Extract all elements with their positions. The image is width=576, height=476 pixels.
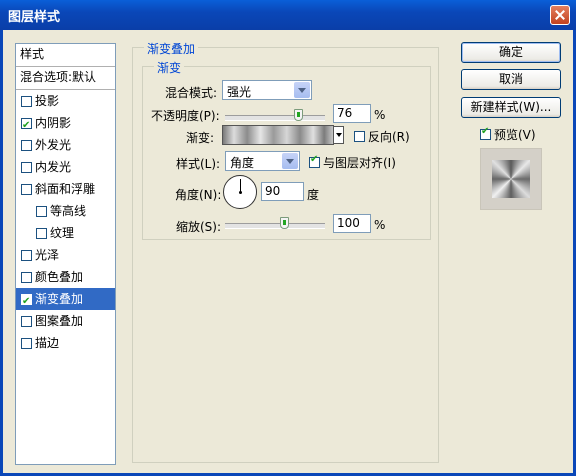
opacity-label: 不透明度(P): — [151, 109, 220, 123]
blend-mode-select[interactable]: 强光 — [222, 80, 312, 100]
style-value: 角度 — [230, 156, 255, 170]
gradient-dropdown-icon[interactable] — [333, 126, 344, 144]
style-item-label: 图案叠加 — [35, 314, 84, 328]
window-title: 图层样式 — [8, 10, 61, 25]
style-item[interactable]: 渐变叠加 — [16, 288, 115, 313]
reverse-checkbox[interactable]: 反向(R) — [354, 128, 410, 145]
style-item[interactable]: 投影 — [16, 90, 115, 112]
cancel-button[interactable]: 取消 — [461, 69, 561, 90]
opacity-unit: % — [374, 108, 386, 122]
style-item[interactable]: 等高线 — [16, 200, 115, 222]
angle-dial[interactable] — [223, 175, 257, 209]
style-item-checkbox[interactable] — [21, 161, 32, 173]
style-item-checkbox[interactable] — [21, 139, 32, 151]
style-item-checkbox[interactable] — [21, 249, 32, 261]
style-item[interactable]: 图案叠加 — [16, 310, 115, 332]
scale-slider-thumb[interactable] — [280, 217, 289, 229]
style-item-checkbox[interactable] — [36, 227, 47, 239]
style-item-label: 投影 — [35, 94, 60, 108]
style-preview — [480, 148, 542, 210]
style-item[interactable]: 颜色叠加 — [16, 266, 115, 288]
reverse-label: 反向(R) — [368, 130, 410, 144]
gradient-label: 渐变: — [186, 131, 215, 145]
blend-mode-label: 混合模式: — [165, 86, 218, 100]
style-item-label: 颜色叠加 — [35, 270, 84, 284]
style-item[interactable]: 斜面和浮雕 — [16, 178, 115, 200]
style-item[interactable]: 外发光 — [16, 134, 115, 156]
style-item-checkbox[interactable] — [21, 115, 32, 137]
style-label: 样式(L): — [176, 157, 221, 171]
style-item[interactable]: 内阴影 — [16, 112, 115, 137]
preview-checkbox[interactable]: 预览(V) — [480, 126, 536, 143]
chevron-down-icon — [282, 153, 298, 169]
style-item-label: 渐变叠加 — [35, 292, 84, 306]
preview-swatch — [492, 160, 530, 198]
style-select[interactable]: 角度 — [225, 151, 300, 171]
reverse-checkbox-box[interactable] — [354, 131, 365, 142]
style-item[interactable]: 纹理 — [16, 222, 115, 244]
chevron-down-icon — [294, 82, 310, 98]
gradient-preview[interactable] — [222, 125, 334, 145]
angle-dial-center — [239, 191, 242, 194]
align-label: 与图层对齐(I) — [323, 156, 396, 170]
style-item-checkbox[interactable] — [36, 205, 47, 217]
style-item[interactable]: 光泽 — [16, 244, 115, 266]
style-item-label: 描边 — [35, 336, 60, 350]
style-item[interactable]: 描边 — [16, 332, 115, 354]
opacity-slider-thumb[interactable] — [294, 109, 303, 121]
style-item-label: 内阴影 — [35, 116, 72, 130]
style-item[interactable]: 内发光 — [16, 156, 115, 178]
style-item-label: 等高线 — [50, 204, 87, 218]
preview-checkbox-box[interactable] — [480, 126, 491, 140]
style-item-label: 纹理 — [50, 226, 75, 240]
style-item-checkbox[interactable] — [21, 291, 32, 313]
scale-slider[interactable] — [225, 217, 325, 229]
styles-header[interactable]: 样式 — [16, 44, 115, 67]
styles-list: 样式 混合选项:默认 投影内阴影外发光内发光斜面和浮雕等高线纹理光泽颜色叠加渐变… — [15, 43, 116, 465]
style-item-label: 光泽 — [35, 248, 60, 262]
align-with-layer-checkbox[interactable]: 与图层对齐(I) — [309, 154, 396, 171]
blend-options-item[interactable]: 混合选项:默认 — [16, 67, 115, 90]
gradient-overlay-title: 渐变叠加 — [144, 40, 199, 57]
preview-label: 预览(V) — [494, 128, 536, 142]
opacity-input[interactable]: 76 — [333, 104, 371, 123]
style-item-checkbox[interactable] — [21, 183, 32, 195]
scale-unit: % — [374, 218, 386, 232]
style-item-checkbox[interactable] — [21, 337, 32, 349]
gradient-subgroup-title: 渐变 — [154, 59, 185, 76]
style-item-label: 内发光 — [35, 160, 72, 174]
scale-input[interactable]: 100 — [333, 214, 371, 233]
angle-label: 角度(N): — [175, 188, 222, 202]
style-item-checkbox[interactable] — [21, 95, 32, 107]
new-style-button[interactable]: 新建样式(W)... — [461, 97, 561, 118]
blend-mode-value: 强光 — [227, 85, 252, 99]
scale-label: 缩放(S): — [176, 220, 222, 234]
style-item-label: 外发光 — [35, 138, 72, 152]
style-item-checkbox[interactable] — [21, 271, 32, 283]
angle-unit: 度 — [307, 188, 320, 202]
align-checkbox-box[interactable] — [309, 154, 320, 168]
ok-button[interactable]: 确定 — [461, 42, 561, 63]
style-item-label: 斜面和浮雕 — [35, 182, 96, 196]
style-items: 投影内阴影外发光内发光斜面和浮雕等高线纹理光泽颜色叠加渐变叠加图案叠加描边 — [16, 90, 115, 354]
title-bar: 图层样式 — [0, 0, 576, 30]
opacity-slider[interactable] — [225, 109, 325, 121]
close-icon[interactable] — [550, 5, 570, 25]
style-item-checkbox[interactable] — [21, 315, 32, 327]
angle-input[interactable]: 90 — [261, 182, 304, 201]
